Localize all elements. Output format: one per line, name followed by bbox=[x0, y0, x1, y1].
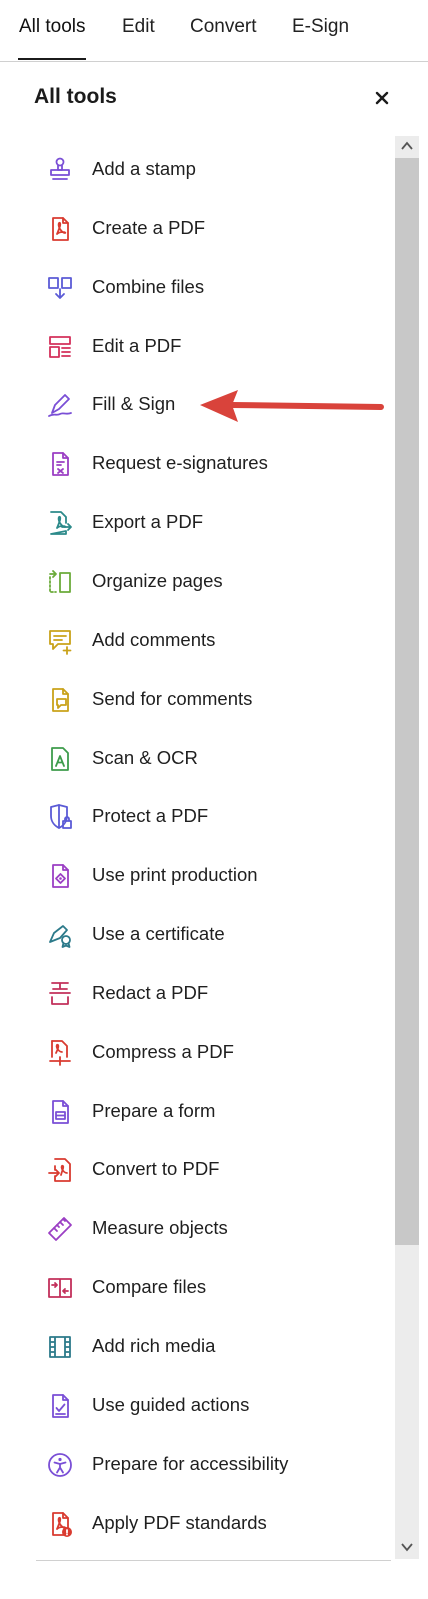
tab-edit[interactable]: Edit bbox=[122, 16, 155, 38]
tool-item-measure-objects[interactable]: Measure objects bbox=[40, 1207, 380, 1251]
panel-title: All tools bbox=[34, 85, 117, 108]
tool-item-export-a-pdf[interactable]: Export a PDF bbox=[40, 501, 380, 545]
tool-item-label: Organize pages bbox=[92, 569, 223, 591]
tool-item-label: Add rich media bbox=[92, 1335, 216, 1356]
certificate-icon bbox=[46, 921, 74, 949]
tool-item-compare-files[interactable]: Compare files bbox=[40, 1266, 380, 1310]
tab-all-tools[interactable]: All tools bbox=[19, 16, 86, 38]
scrollbar[interactable] bbox=[395, 136, 419, 1559]
tool-item-request-e-signatures[interactable]: Request e-signatures bbox=[40, 442, 380, 486]
tool-item-label: Fill & Sign bbox=[92, 393, 176, 415]
scan-ocr-icon bbox=[46, 745, 74, 773]
tool-item-prepare-a-form[interactable]: Prepare a form bbox=[40, 1090, 380, 1134]
compare-files-icon bbox=[46, 1274, 74, 1302]
tool-item-label: Compare files bbox=[92, 1276, 207, 1298]
tool-item-apply-pdf-standards[interactable]: Apply PDF standards bbox=[40, 1502, 380, 1546]
tool-item-label: Add a stamp bbox=[92, 158, 196, 179]
tool-item-label: Create a PDF bbox=[92, 216, 206, 238]
tool-item-label: Send for comments bbox=[92, 687, 253, 709]
tool-item-use-a-certificate[interactable]: Use a certificate bbox=[40, 913, 380, 957]
tool-item-label: Compress a PDF bbox=[92, 1040, 234, 1062]
tool-item-label: Prepare a form bbox=[92, 1099, 216, 1121]
tool-item-compress-a-pdf[interactable]: Compress a PDF bbox=[40, 1031, 380, 1075]
tool-item-scan-ocr[interactable]: Scan & OCR bbox=[40, 737, 380, 781]
tool-item-label: Edit a PDF bbox=[92, 334, 182, 356]
tool-item-label: Apply PDF standards bbox=[92, 1511, 267, 1533]
tool-item-label: Prepare for accessibility bbox=[92, 1452, 289, 1474]
scroll-down-button[interactable] bbox=[395, 1537, 419, 1559]
send-comments-icon bbox=[46, 686, 74, 714]
tool-item-label: Combine files bbox=[92, 275, 205, 297]
tool-item-label: Use guided actions bbox=[92, 1393, 250, 1415]
tool-item-use-print-production[interactable]: Use print production bbox=[40, 854, 380, 898]
arrow-left-icon bbox=[200, 390, 384, 422]
protect-pdf-icon bbox=[46, 803, 74, 831]
tool-item-add-rich-media[interactable]: Add rich media bbox=[40, 1325, 380, 1369]
organize-pages-icon bbox=[46, 568, 74, 596]
create-pdf-icon bbox=[46, 215, 74, 243]
tool-item-add-a-stamp[interactable]: Add a stamp bbox=[40, 148, 380, 192]
tool-item-convert-to-pdf[interactable]: Convert to PDF bbox=[40, 1148, 380, 1192]
tool-item-add-comments[interactable]: Add comments bbox=[40, 619, 380, 663]
tool-item-combine-files[interactable]: Combine files bbox=[40, 266, 380, 310]
tool-item-label: Measure objects bbox=[92, 1217, 228, 1239]
accessibility-icon bbox=[46, 1451, 74, 1479]
tool-item-organize-pages[interactable]: Organize pages bbox=[40, 560, 380, 604]
tool-item-label: Export a PDF bbox=[92, 511, 204, 533]
edit-pdf-icon bbox=[46, 333, 74, 361]
tool-item-label: Add comments bbox=[92, 628, 216, 650]
combine-files-icon bbox=[46, 274, 74, 302]
prepare-form-icon bbox=[46, 1098, 74, 1126]
scroll-up-button[interactable] bbox=[395, 136, 419, 158]
tool-item-label: Redact a PDF bbox=[92, 981, 209, 1003]
convert-to-pdf-icon bbox=[46, 1156, 74, 1184]
stamp-icon bbox=[46, 156, 74, 184]
redact-pdf-icon bbox=[46, 980, 74, 1008]
tool-item-label: Use a certificate bbox=[92, 923, 225, 945]
tool-item-use-guided-actions[interactable]: Use guided actions bbox=[40, 1384, 380, 1428]
tool-item-send-for-comments[interactable]: Send for comments bbox=[40, 678, 380, 722]
compress-pdf-icon bbox=[46, 1039, 74, 1067]
scrollbar-thumb[interactable] bbox=[395, 158, 419, 1245]
divider bbox=[36, 1560, 391, 1561]
tool-item-label: Scan & OCR bbox=[92, 746, 198, 768]
tool-item-create-a-pdf[interactable]: Create a PDF bbox=[40, 207, 380, 251]
tool-item-redact-a-pdf[interactable]: Redact a PDF bbox=[40, 972, 380, 1016]
active-tab-indicator bbox=[18, 58, 86, 60]
pdf-standards-icon bbox=[46, 1510, 74, 1538]
guided-actions-icon bbox=[46, 1392, 74, 1420]
request-esign-icon bbox=[46, 450, 74, 478]
tool-item-prepare-for-accessibility[interactable]: Prepare for accessibility bbox=[40, 1443, 380, 1487]
tool-item-protect-a-pdf[interactable]: Protect a PDF bbox=[40, 795, 380, 839]
measure-icon bbox=[46, 1215, 74, 1243]
print-production-icon bbox=[46, 862, 74, 890]
tool-item-edit-a-pdf[interactable]: Edit a PDF bbox=[40, 325, 380, 369]
rich-media-icon bbox=[46, 1333, 74, 1361]
add-comments-icon bbox=[46, 627, 74, 655]
tab-e-sign[interactable]: E-Sign bbox=[292, 16, 349, 38]
top-tab-bar: All tools Edit Convert E-Sign bbox=[0, 0, 428, 62]
tool-item-label: Protect a PDF bbox=[92, 805, 209, 827]
close-icon[interactable] bbox=[372, 88, 392, 108]
tab-convert[interactable]: Convert bbox=[190, 16, 257, 38]
tool-item-label: Convert to PDF bbox=[92, 1158, 220, 1180]
tool-item-label: Use print production bbox=[92, 864, 258, 886]
tool-item-label: Request e-signatures bbox=[92, 452, 268, 474]
fill-sign-icon bbox=[46, 391, 74, 419]
export-pdf-icon bbox=[46, 509, 74, 537]
